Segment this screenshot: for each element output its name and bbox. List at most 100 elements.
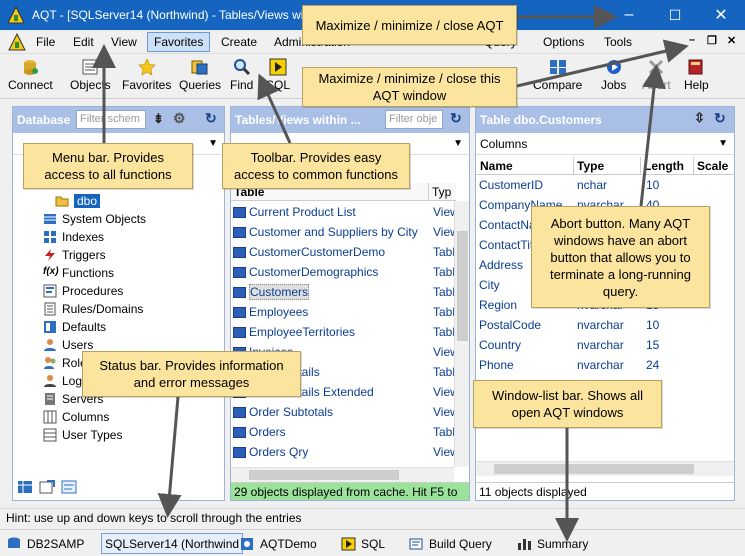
export-icon[interactable] [39,480,55,494]
window-tab-build-query[interactable]: Build Query [406,533,495,554]
tables-panel-header: Tables/Views within ... Filter obje ↻ [231,107,469,133]
objects-button[interactable]: Objects [70,58,111,92]
table-icon [233,246,246,258]
sql-button[interactable]: SQL [266,58,290,92]
jobs-button[interactable]: Jobs [601,58,626,92]
scroll-thumb[interactable] [249,470,399,480]
favorites-label: Favorites [122,78,172,92]
chevron-down-icon: ▼ [208,138,218,149]
tree-item-rules-domains[interactable]: Rules/Domains [43,300,143,318]
column-length: 10 [646,178,660,192]
col-type-header[interactable]: Typ [428,183,451,201]
table-row[interactable]: CustomerDemographics Tabl [233,263,455,281]
object-filter-input[interactable]: Filter obje [385,110,443,129]
column-length: 15 [646,338,660,352]
jobs-label: Jobs [601,78,627,92]
window-tab-sqlserver14[interactable]: SQLServer14 (Northwind [101,533,244,554]
scroll-thumb[interactable] [494,464,694,474]
column-row[interactable]: Phone nvarchar 24 [479,358,745,376]
menu-edit[interactable]: Edit [67,32,100,52]
table-row[interactable]: Employees Tabl [233,303,455,321]
callout-app-controls: Maximize / minimize / close AQT [302,5,517,45]
column-row[interactable]: CustomerID nchar 10 [479,178,745,196]
star-icon [138,58,156,76]
menu-tools[interactable]: Tools [598,32,638,52]
menu-create[interactable]: Create [215,32,263,52]
compare-button[interactable]: Compare [533,58,582,92]
properties-icon[interactable] [61,480,77,494]
tables-vertical-scrollbar[interactable] [454,201,469,467]
connect-button[interactable]: Connect [8,58,53,92]
column-name: CustomerID [479,178,544,192]
table-type: Tabl [433,425,456,439]
menu-favorites[interactable]: Favorites [147,32,211,52]
schema-filter-input[interactable]: Filter schem [76,110,146,129]
column-type: nvarchar [577,318,624,332]
callout-abort: Abort button. Many AQT windows have an a… [531,206,710,308]
menu-file[interactable]: File [30,32,61,52]
table-name: CustomerCustomerDemo [249,245,386,259]
tree-item-columns[interactable]: Columns [43,408,109,426]
table-row[interactable]: Current Product List View [233,203,459,221]
callout-status-bar: Status bar. Provides information and err… [82,351,301,397]
find-button[interactable]: Find [230,58,253,92]
window-restore-button[interactable]: ❐ [707,34,717,47]
app-minimize-button[interactable]: – [606,0,652,30]
header-type[interactable]: Type [573,157,604,175]
defaults-icon [44,321,56,333]
table-name: Order Subtotals [249,405,334,419]
tree-item-triggers[interactable]: Triggers [43,246,106,264]
header-length[interactable]: Length [640,157,684,175]
queries-button[interactable]: Queries [179,58,221,92]
refresh-icon[interactable]: ↻ [205,110,217,127]
procedure-icon [43,284,57,298]
refresh-icon[interactable]: ↻ [450,110,462,127]
scroll-thumb[interactable] [457,231,468,341]
window-tab-db2samp[interactable]: DB2SAMP [4,533,87,554]
header-scale[interactable]: Scale [693,157,728,175]
table-row[interactable]: Order Subtotals View [233,403,459,421]
table-row[interactable]: Customer and Suppliers by City View [233,223,459,241]
tree-item-functions[interactable]: f(x) Functions [43,264,114,282]
callout-window-list: Window-list bar. Shows all open AQT wind… [473,380,662,428]
tree-item-dbo[interactable]: dbo [55,192,101,210]
column-row[interactable]: PostalCode nvarchar 10 [479,318,745,336]
abort-button[interactable]: Abort [642,58,671,92]
table-row[interactable]: CustomerCustomerDemo Tabl [233,243,455,261]
tree-item-indexes[interactable]: Indexes [43,228,104,246]
table-row[interactable]: Orders Tabl [233,423,455,441]
window-close-button[interactable]: ✕ [727,34,736,47]
view-icon [233,406,246,418]
help-button[interactable]: Help [684,58,709,92]
window-title: AQT - [SQLServer14 (Northwind) - Tables/… [32,8,332,22]
tree-item-procedures[interactable]: Procedures [43,282,123,300]
database-panel-title: Database [17,113,71,127]
window-tab-summary[interactable]: Summary [514,533,591,554]
view-icon [233,446,246,458]
sort-icon[interactable]: ⇟ [153,111,164,127]
tree-item-defaults[interactable]: Defaults [43,318,106,336]
grid-icon[interactable] [17,480,33,494]
tree-item-user-types[interactable]: User Types [43,426,122,444]
menu-view[interactable]: View [105,32,143,52]
column-row[interactable]: Country nvarchar 15 [479,338,745,356]
gear-icon[interactable]: ⚙ [173,110,186,127]
app-close-button[interactable]: ✕ [698,0,744,30]
tree-item-system-objects[interactable]: System Objects [43,210,146,228]
window-tab-aqtdemo[interactable]: AQTDemo [237,533,320,554]
table-row[interactable]: EmployeeTerritories Tabl [233,323,455,341]
menu-options[interactable]: Options [537,32,590,52]
window-tab-sql[interactable]: SQL [338,533,388,554]
aqt-menu-icon[interactable] [8,33,26,51]
favorites-button[interactable]: Favorites [122,58,171,92]
detail-view-dropdown[interactable]: Columns ▼ [476,133,734,155]
columns-horizontal-scrollbar[interactable] [476,461,734,476]
app-maximize-button[interactable]: ☐ [652,0,698,30]
refresh-icon[interactable]: ↻ [714,110,726,127]
header-name[interactable]: Name [480,159,513,173]
table-row[interactable]: Customers Tabl [233,283,455,301]
sort-updown-icon[interactable]: ⇳ [694,110,705,126]
window-minimize-button[interactable]: – [689,34,695,46]
tables-horizontal-scrollbar[interactable] [231,467,454,482]
table-row[interactable]: Orders Qry View [233,443,459,461]
